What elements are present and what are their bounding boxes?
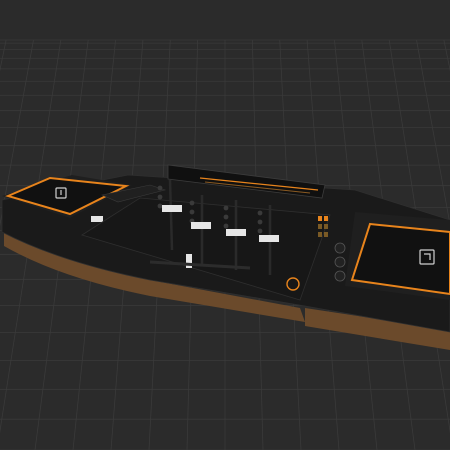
eq-knob[interactable] [189, 209, 195, 215]
vu-segment [318, 216, 322, 221]
eq-knob[interactable] [223, 214, 229, 220]
eq-knob[interactable] [257, 228, 263, 234]
vu-segment [324, 224, 328, 229]
eq-knob[interactable] [257, 210, 263, 216]
knob[interactable] [334, 270, 346, 282]
fader-cap-3[interactable] [226, 229, 246, 236]
eq-knob[interactable] [189, 200, 195, 206]
eq-knob[interactable] [157, 185, 163, 191]
eq-knob[interactable] [157, 203, 163, 209]
knob[interactable] [334, 256, 346, 268]
fader-cap-2[interactable] [191, 222, 211, 229]
fader-cap-4[interactable] [259, 235, 279, 242]
3d-scene[interactable] [0, 0, 450, 450]
fader-cap-1[interactable] [162, 205, 182, 212]
dj-controller[interactable] [1, 164, 450, 350]
vu-segment [318, 224, 322, 229]
right-deck[interactable] [345, 212, 450, 300]
eq-knob[interactable] [157, 194, 163, 200]
vu-segment [324, 216, 328, 221]
eq-knob[interactable] [223, 223, 229, 229]
left-button-white[interactable] [91, 216, 103, 222]
eq-knob[interactable] [257, 219, 263, 225]
knob[interactable] [334, 242, 346, 254]
vu-segment [318, 232, 322, 237]
viewport[interactable] [0, 0, 450, 450]
eq-knob[interactable] [223, 205, 229, 211]
vu-segment [324, 232, 328, 237]
